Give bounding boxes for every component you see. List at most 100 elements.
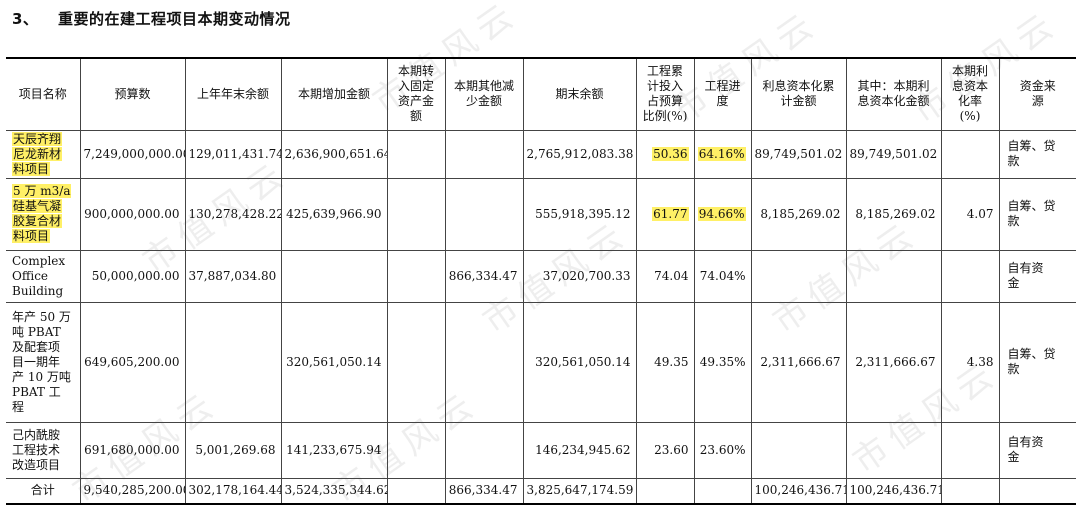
to-fixed-cell: [386, 421, 446, 479]
budget-cell: 7,249,000,000.00: [79, 129, 186, 179]
funding-source-cell: 自有资 金: [998, 421, 1076, 479]
interest-current-cell: [845, 249, 942, 303]
closing-cell: 320,561,050.14: [522, 301, 637, 423]
rate-cell: [940, 129, 1000, 179]
opening-cell: 5,001,269.68: [184, 421, 282, 479]
progress-cell: 74.04%: [693, 249, 752, 303]
total-ratio-cell: [635, 477, 695, 505]
budget-cell: 649,605,200.00: [79, 301, 186, 423]
interest-cum-cell-value: 8,185,269.02: [760, 206, 841, 221]
total-other-decrease-cell-value: 866,334.47: [448, 483, 518, 498]
increase-cell: 2,636,900,651.64: [280, 129, 388, 179]
progress-cell-value: 64.16%: [697, 146, 746, 161]
closing-cell-value: 320,561,050.14: [535, 354, 631, 369]
total-interest-cum-cell: 100,246,436.71: [750, 477, 847, 505]
increase-cell: [280, 249, 388, 303]
closing-cell-value: 37,020,700.33: [542, 268, 631, 283]
closing-cell: 2,765,912,083.38: [522, 129, 637, 179]
budget-cell: 691,680,000.00: [79, 421, 186, 479]
interest-cum-cell: 2,311,666.67: [750, 301, 847, 423]
ratio-cell-value: 23.60: [654, 442, 689, 457]
rate-cell: 4.07: [940, 177, 1000, 251]
funding-source-cell-value: 自有资 金: [1007, 435, 1044, 464]
increase-cell-value: 2,636,900,651.64: [284, 146, 387, 161]
opening-cell-value: 37,887,034.80: [188, 268, 277, 283]
column-header: 项目名称: [6, 57, 81, 131]
interest-cum-cell: 8,185,269.02: [750, 177, 847, 251]
interest-current-cell: 89,749,501.02: [845, 129, 942, 179]
progress-cell: 23.60%: [693, 421, 752, 479]
table-row: 5 万 m3/a 硅基气凝 胶复合材 料项目 900,000,000.00 130,…: [6, 177, 1076, 251]
opening-cell: 129,011,431.74: [184, 129, 282, 179]
funding-source-cell: 自筹、贷 款: [998, 301, 1076, 423]
funding-source-cell: 自有资 金: [998, 249, 1076, 303]
total-to-fixed-cell: [386, 477, 446, 505]
interest-current-cell-value: 8,185,269.02: [855, 206, 936, 221]
project-name-cell-value: 己内酰胺 工程技术 改造项目: [12, 427, 61, 472]
column-header: 其中：本期利 息资本化金额: [845, 57, 942, 131]
project-name-cell-value: Complex Office Building: [12, 253, 66, 298]
rate-cell: 4.38: [940, 301, 1000, 423]
interest-cum-cell: [750, 249, 847, 303]
ratio-cell: 23.60: [635, 421, 695, 479]
other-decrease-cell: [444, 301, 524, 423]
table-row: 己内酰胺 工程技术 改造项目 691,680,000.00 5,001,269.68…: [6, 421, 1076, 479]
column-header: 本期利 息资本 化率 (%): [940, 57, 1000, 131]
other-decrease-cell: [444, 177, 524, 251]
project-name-cell: Complex Office Building: [6, 249, 81, 303]
rate-cell: [940, 421, 1000, 479]
total-other-decrease-cell: 866,334.47: [444, 477, 524, 505]
interest-cum-cell-value: 2,311,666.67: [760, 354, 841, 369]
table-row: Complex Office Building 50,000,000.00 37,8…: [6, 249, 1076, 303]
opening-cell-value: 130,278,428.22: [188, 206, 281, 221]
project-name-cell-value: 天辰齐翔 尼龙新材 料项目: [12, 131, 63, 176]
progress-cell: 64.16%: [693, 129, 752, 179]
budget-cell-value: 649,605,200.00: [84, 354, 180, 369]
ratio-cell-value: 61.77: [652, 206, 689, 221]
total-increase-cell: 3,524,335,344.62: [280, 477, 388, 505]
closing-cell-value: 2,765,912,083.38: [526, 146, 634, 161]
interest-current-cell-value: 89,749,501.02: [849, 146, 938, 161]
column-header: 期末余额: [522, 57, 637, 131]
to-fixed-cell: [386, 177, 446, 251]
rate-cell-value: 4.38: [966, 354, 994, 369]
opening-cell-value: 129,011,431.74: [188, 146, 281, 161]
other-decrease-cell: 866,334.47: [444, 249, 524, 303]
funding-source-cell-value: 自有资 金: [1007, 261, 1044, 290]
column-header: 资金来 源: [998, 57, 1076, 131]
opening-cell: 37,887,034.80: [184, 249, 282, 303]
closing-cell-value: 146,234,945.62: [535, 442, 631, 457]
increase-cell: 141,233,675.94: [280, 421, 388, 479]
progress-cell-value: 49.35%: [699, 354, 746, 369]
funding-source-cell: 自筹、贷 款: [998, 129, 1076, 179]
budget-cell: 50,000,000.00: [79, 249, 186, 303]
table-header-row: 项目名称 预算数 上年年末余额 本期增加金额 本期转 入固定 资产金 额本期其他减 少金…: [6, 57, 1076, 131]
project-name-cell: 己内酰胺 工程技术 改造项目: [6, 421, 81, 479]
funding-source-cell-value: 自筹、贷 款: [1007, 139, 1056, 168]
progress-cell-value: 94.66%: [697, 206, 746, 221]
closing-cell: 555,918,395.12: [522, 177, 637, 251]
table-row: 天辰齐翔 尼龙新材 料项目 7,249,000,000.00 129,011,431…: [6, 129, 1076, 179]
column-header: 工程进 度: [693, 57, 752, 131]
increase-cell-value: 425,639,966.90: [286, 206, 382, 221]
ratio-cell-value: 49.35: [654, 354, 689, 369]
budget-cell-value: 900,000,000.00: [84, 206, 180, 221]
interest-current-cell: 2,311,666.67: [845, 301, 942, 423]
progress-cell-value: 74.04%: [699, 268, 746, 283]
column-header: 本期其他减 少金额: [444, 57, 524, 131]
total-interest-current-cell: 100,246,436.71: [845, 477, 942, 505]
total-increase-cell-value: 3,524,335,344.62: [284, 483, 387, 498]
progress-cell: 49.35%: [693, 301, 752, 423]
closing-cell: 37,020,700.33: [522, 249, 637, 303]
rate-cell-value: 4.07: [966, 206, 994, 221]
total-source-cell: [998, 477, 1076, 505]
section-number: 3、: [12, 9, 39, 28]
budget-cell-value: 7,249,000,000.00: [83, 146, 185, 161]
budget-cell-value: 691,680,000.00: [84, 442, 180, 457]
funding-source-cell-value: 自筹、贷 款: [1007, 199, 1056, 228]
section-heading: 3、 重要的在建工程项目本期变动情况: [12, 6, 291, 30]
project-name-cell: 5 万 m3/a 硅基气凝 胶复合材 料项目: [6, 177, 81, 251]
ratio-cell: 50.36: [635, 129, 695, 179]
project-name-cell: 年产 50 万 吨 PBAT 及配套项 目一期年 产 10 万吨 PBAT 工 …: [6, 301, 81, 423]
construction-projects-table: 项目名称 预算数 上年年末余额 本期增加金额 本期转 入固定 资产金 额本期其他减 少金…: [6, 57, 1076, 505]
